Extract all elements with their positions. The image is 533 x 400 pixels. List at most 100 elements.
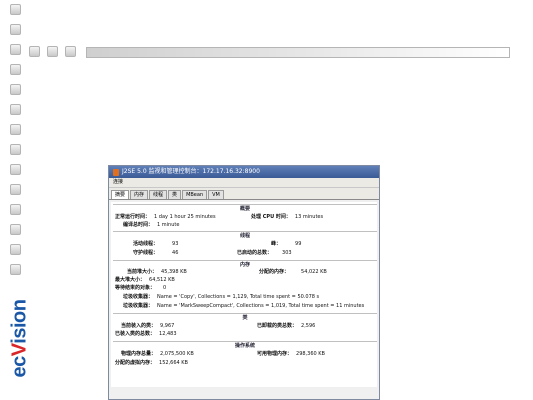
loaded-classes-label: 当前装入的类： — [121, 323, 157, 329]
jconsole-window: J2SE 5.0 监视和管理控制台：172.17.16.32:8900 连接 摘… — [108, 165, 380, 400]
section-classes: 类 — [113, 313, 377, 322]
gc-copy-row: 垃圾收集器： Name = 'Copy', Collections = 1,129… — [123, 293, 319, 300]
decorative-square — [10, 24, 21, 35]
tab-bar: 摘要 内存 线程 类 MBean VM — [109, 188, 379, 200]
unloaded-classes-label: 已卸载的类总数： — [257, 323, 298, 329]
committed-memory-row: 分配的内存： 54,022 KB — [259, 268, 327, 275]
decorative-square — [10, 164, 21, 175]
decorative-square — [10, 84, 21, 95]
tab-vm[interactable]: VM — [208, 190, 224, 199]
decorative-square-column — [10, 4, 24, 284]
tab-memory[interactable]: 内存 — [130, 190, 149, 199]
loaded-classes-value: 9,967 — [160, 323, 175, 329]
section-title: 操作系统 — [234, 343, 255, 349]
decorative-square — [10, 144, 21, 155]
total-physical-memory-label: 物理内存总量： — [121, 351, 157, 357]
decorative-square-row — [29, 46, 76, 57]
started-threads-value: 303 — [282, 250, 292, 256]
pending-finalization-label: 等待结束的对象： — [115, 285, 156, 291]
cpu-time-label: 处理 CPU 时间： — [251, 214, 291, 220]
uptime-label: 正常运行时间： — [115, 214, 151, 220]
max-heap-value: 64,512 KB — [149, 277, 175, 283]
decorative-square — [10, 244, 21, 255]
tab-threads[interactable]: 线程 — [149, 190, 168, 199]
free-physical-memory-label: 可用物理内存： — [257, 351, 293, 357]
section-operating-system: 操作系统 — [113, 341, 377, 350]
total-physical-memory-value: 2,075,500 KB — [160, 351, 194, 357]
gc-copy-label: 垃圾收集器： — [123, 294, 154, 300]
decorative-square — [10, 204, 21, 215]
gc-marksweep-row: 垃圾收集器： Name = 'MarkSweepCompact', Collect… — [123, 302, 364, 309]
total-loaded-classes-row: 已装入类的总数： 12,483 — [115, 330, 177, 337]
window-titlebar[interactable]: J2SE 5.0 监视和管理控制台：172.17.16.32:8900 — [109, 166, 379, 178]
decorative-square — [65, 46, 76, 57]
peak-threads-row: 峰： 99 — [271, 240, 301, 247]
header-gradient-bar — [86, 47, 510, 58]
heap-size-label: 当前堆大小： — [127, 269, 158, 275]
committed-virtual-memory-label: 分配的虚拟内存： — [115, 360, 156, 366]
peak-threads-label: 峰： — [271, 241, 282, 247]
committed-memory-label: 分配的内存： — [259, 269, 290, 275]
decorative-square — [10, 64, 21, 75]
section-title: 内存 — [239, 262, 250, 268]
decorative-square — [29, 46, 40, 57]
java-icon — [113, 168, 119, 176]
committed-memory-value: 54,022 KB — [301, 269, 327, 275]
brand-logo: ecVision — [8, 299, 31, 378]
decorative-square — [10, 4, 21, 15]
heap-size-row: 当前堆大小： 45,398 KB — [127, 268, 187, 275]
uptime-row: 正常运行时间： 1 day 1 hour 25 minutes — [115, 213, 216, 220]
section-title: 类 — [242, 315, 248, 321]
max-heap-label: 最大堆大小： — [115, 277, 146, 283]
live-threads-label: 活动线程： — [133, 241, 159, 247]
gc-marksweep-value: Name = 'MarkSweepCompact', Collections =… — [157, 303, 365, 309]
free-physical-memory-row: 可用物理内存： 298,360 KB — [257, 350, 325, 357]
uptime-value: 1 day 1 hour 25 minutes — [154, 214, 216, 220]
section-threads: 线程 — [113, 231, 377, 240]
menu-connection[interactable]: 连接 — [113, 179, 123, 185]
decorative-square — [10, 44, 21, 55]
peak-threads-value: 99 — [295, 241, 302, 247]
daemon-threads-label: 守护线程： — [133, 250, 159, 256]
total-loaded-classes-value: 12,483 — [159, 331, 177, 337]
total-physical-memory-row: 物理内存总量： 2,075,500 KB — [121, 350, 194, 357]
section-summary: 概要 — [113, 204, 377, 213]
tab-summary[interactable]: 摘要 — [111, 190, 130, 199]
daemon-threads-row: 守护线程： 46 — [133, 249, 178, 256]
pending-finalization-value: 0 — [163, 285, 167, 291]
max-heap-row: 最大堆大小： 64,512 KB — [115, 276, 175, 283]
section-title: 线程 — [239, 233, 250, 239]
tab-mbean[interactable]: MBean — [182, 190, 208, 199]
compile-time-label: 编译总时间： — [123, 222, 154, 228]
live-threads-value: 93 — [172, 241, 179, 247]
daemon-threads-value: 46 — [172, 250, 179, 256]
summary-panel: 概要 正常运行时间： 1 day 1 hour 25 minutes 处理 CPU… — [111, 202, 377, 387]
tab-classes[interactable]: 类 — [168, 190, 182, 199]
decorative-square — [10, 124, 21, 135]
started-threads-label: 已启动的总数： — [237, 250, 273, 256]
menubar: 连接 — [109, 178, 379, 188]
decorative-square — [10, 224, 21, 235]
gc-marksweep-label: 垃圾收集器： — [123, 303, 154, 309]
unloaded-classes-row: 已卸载的类总数： 2,596 — [257, 322, 315, 329]
committed-virtual-memory-row: 分配的虚拟内存： 152,664 KB — [115, 359, 188, 366]
gc-copy-value: Name = 'Copy', Collections = 1,129, Tota… — [157, 294, 320, 300]
window-title: J2SE 5.0 监视和管理控制台：172.17.16.32:8900 — [122, 168, 260, 175]
decorative-square — [10, 184, 21, 195]
decorative-square — [10, 104, 21, 115]
pending-finalization-row: 等待结束的对象： 0 — [115, 284, 166, 291]
cpu-time-value: 13 minutes — [294, 214, 324, 220]
started-threads-row: 已启动的总数： 303 — [237, 249, 292, 256]
compile-time-value: 1 minute — [157, 222, 180, 228]
free-physical-memory-value: 298,360 KB — [296, 351, 325, 357]
unloaded-classes-value: 2,596 — [301, 323, 316, 329]
section-title: 概要 — [239, 206, 250, 212]
loaded-classes-row: 当前装入的类： 9,967 — [121, 322, 174, 329]
decorative-square — [10, 264, 21, 275]
decorative-square — [47, 46, 58, 57]
heap-size-value: 45,398 KB — [161, 269, 187, 275]
live-threads-row: 活动线程： 93 — [133, 240, 178, 247]
committed-virtual-memory-value: 152,664 KB — [159, 360, 188, 366]
compile-time-row: 编译总时间： 1 minute — [123, 221, 179, 228]
cpu-time-row: 处理 CPU 时间： 13 minutes — [251, 213, 323, 220]
